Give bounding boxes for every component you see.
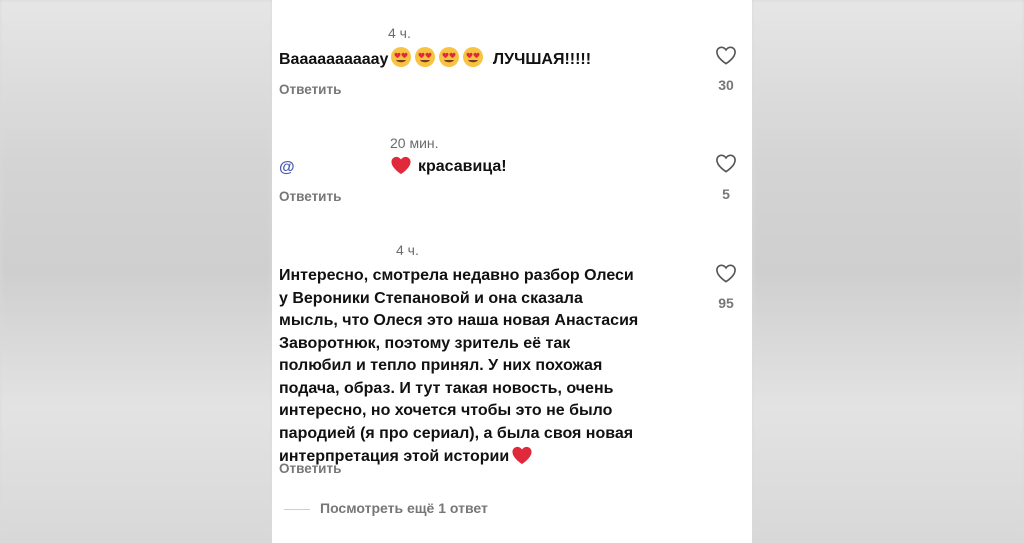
- comment-line: полюбил и тепло принял. У них похожая: [279, 357, 603, 374]
- blurred-background-right: [752, 0, 1024, 543]
- reply-button[interactable]: Ответить: [279, 461, 341, 476]
- red-heart-emoji-icon: [390, 155, 412, 183]
- like-heart-icon[interactable]: [715, 153, 737, 173]
- heart-eyes-emoji-icon: [390, 46, 412, 76]
- comment-line: мысль, что Олеся это наша новая Анастаси…: [279, 312, 639, 329]
- reply-button[interactable]: Ответить: [279, 189, 341, 204]
- comment-time: 4 ч.: [388, 25, 411, 41]
- comment-body: Ваааааааааау: [279, 51, 389, 68]
- comment-body: красавица!: [418, 158, 507, 175]
- heart-eyes-emoji-icon: [414, 46, 436, 76]
- comment-line: подача, образ. И тут такая новость, очен…: [279, 379, 614, 397]
- view-more-divider: [284, 509, 310, 510]
- red-heart-emoji-icon: [511, 445, 533, 473]
- blurred-background-left: [0, 0, 272, 543]
- like-heart-icon[interactable]: [715, 45, 737, 65]
- comment-time: 20 мин.: [390, 135, 439, 151]
- comment-line: Интересно, смотрела недавно разбор Олеси: [279, 267, 634, 284]
- heart-eyes-emoji-icon: [462, 46, 484, 76]
- like-count: 5: [722, 186, 730, 202]
- comment-time: 4 ч.: [396, 242, 419, 258]
- comment-mention[interactable]: @: [279, 157, 295, 180]
- comment-text: красавица!: [390, 155, 507, 183]
- comments-panel: 4 ч. Ваааааааааау ЛУЧШАЯ!!!!! Ответить 3…: [272, 0, 752, 543]
- comment-line: пародией (я про сериал), а была своя нов…: [279, 424, 634, 442]
- comment-line: Заворотнюк, поэтому зритель её так: [279, 334, 571, 352]
- heart-eyes-emoji-icon: [438, 46, 460, 76]
- like-heart-icon[interactable]: [715, 263, 737, 283]
- view-more-replies-button[interactable]: Посмотреть ещё 1 ответ: [320, 500, 488, 516]
- reply-button[interactable]: Ответить: [279, 82, 341, 97]
- comment-line: у Вероники Степановой и она сказала: [279, 289, 583, 307]
- like-count: 95: [718, 295, 734, 311]
- like-count: 30: [718, 77, 734, 93]
- comment-line: интересно, но хочется чтобы это не было: [279, 402, 613, 419]
- comment-line-last: интерпретация этой истории: [279, 445, 699, 473]
- comment-text: Интересно, смотрела недавно разбор Олеси…: [279, 265, 699, 473]
- comment-text: Ваааааааааау ЛУЧШАЯ!!!!!: [279, 46, 591, 76]
- comment-suffix: ЛУЧШАЯ!!!!!: [492, 51, 592, 68]
